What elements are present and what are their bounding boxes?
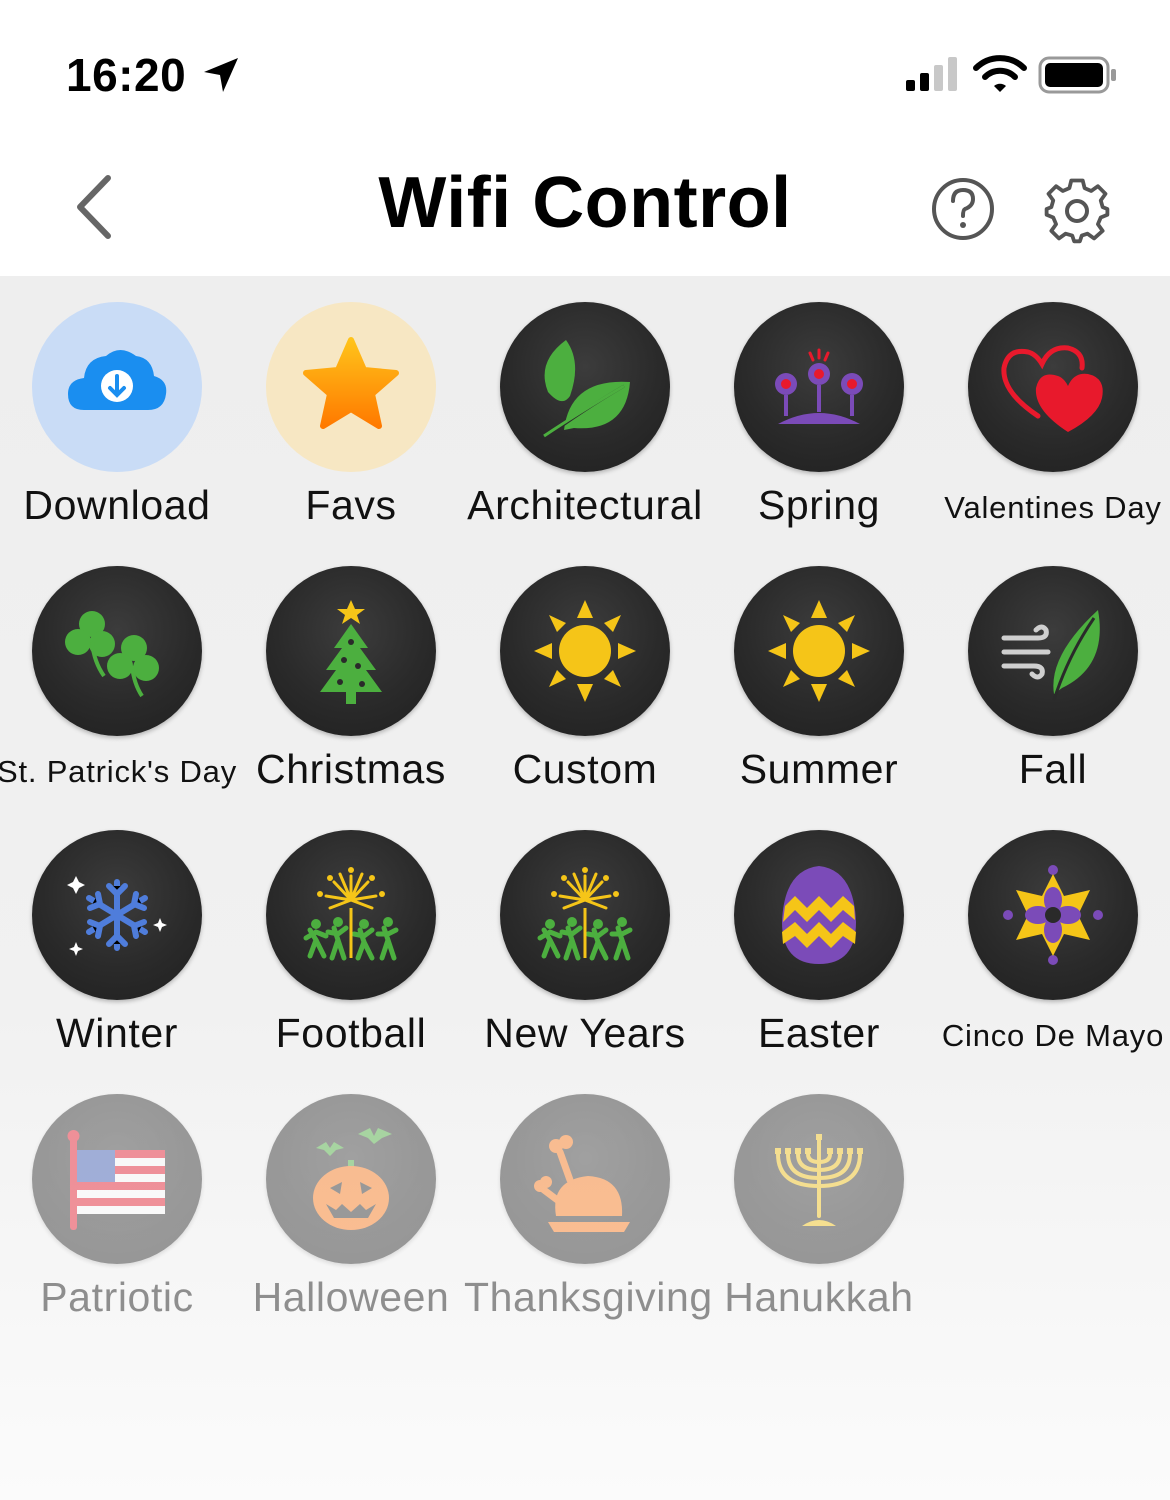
tile-winter[interactable]: Winter — [0, 804, 234, 1068]
shamrock-icon — [65, 611, 159, 698]
tile-label: Christmas — [256, 746, 446, 792]
fireworks-crowd-icon — [537, 867, 633, 961]
tile-label: Easter — [757, 1010, 881, 1056]
tile-circle — [32, 566, 202, 736]
tile-circle — [968, 566, 1138, 736]
tile-circle — [32, 302, 202, 472]
status-bar: 16:20 — [0, 0, 1170, 150]
tile-circle — [266, 830, 436, 1000]
tile-label: Patriotic — [40, 1274, 194, 1320]
location-arrow-icon — [204, 58, 238, 92]
tile-easter[interactable]: Easter — [702, 804, 936, 1068]
cellular-signal-icon — [906, 57, 957, 91]
tile-label: Football — [275, 1010, 427, 1056]
tile-circle — [734, 566, 904, 736]
tile-label: Summer — [739, 746, 899, 792]
tile-label: Favs — [305, 482, 397, 528]
battery-icon — [1038, 56, 1116, 94]
wind-leaf-icon — [1001, 610, 1100, 701]
settings-button[interactable] — [1042, 174, 1112, 244]
scene-grid: Download Favs Architectural Spring Valen… — [0, 276, 1170, 1500]
tile-label: Custom — [512, 746, 658, 792]
flower-star-icon — [1003, 865, 1103, 965]
leaf-icon — [543, 340, 630, 438]
tile-circle — [734, 830, 904, 1000]
tile-circle — [734, 302, 904, 472]
tile-thanksgiving[interactable]: Thanksgiving — [464, 1068, 712, 1332]
tile-label: Spring — [757, 482, 881, 528]
tile-label: Hanukkah — [724, 1274, 914, 1320]
tile-circle — [32, 830, 202, 1000]
tile-custom[interactable]: Custom — [468, 540, 702, 804]
fireworks-crowd-icon — [303, 867, 399, 961]
tile-hanukkah[interactable]: Hanukkah — [702, 1068, 936, 1332]
help-button[interactable] — [930, 176, 996, 242]
nav-bar: Wifi Control — [0, 150, 1170, 276]
tile-label: Architectural — [467, 482, 703, 528]
tile-circle — [500, 302, 670, 472]
pumpkin-bats-icon — [313, 1128, 392, 1230]
tile-download[interactable]: Download — [0, 276, 234, 540]
tile-label: Winter — [55, 1010, 179, 1056]
tile-spring[interactable]: Spring — [702, 276, 936, 540]
tile-circle — [500, 830, 670, 1000]
tile-architectural[interactable]: Architectural — [467, 276, 702, 540]
tile-circle — [32, 1094, 202, 1264]
tile-st-patricks-day[interactable]: St. Patrick's Day — [0, 540, 236, 804]
tile-football[interactable]: Football — [234, 804, 468, 1068]
tile-circle — [266, 566, 436, 736]
tile-summer[interactable]: Summer — [702, 540, 936, 804]
hearts-icon — [1001, 345, 1103, 432]
us-flag-icon — [67, 1130, 165, 1230]
tile-new-years[interactable]: New Years — [468, 804, 702, 1068]
tile-circle — [266, 302, 436, 472]
wifi-icon — [973, 55, 1027, 92]
star-icon — [303, 337, 399, 429]
tile-label: Valentines Day — [944, 490, 1162, 525]
tile-label: Thanksgiving — [464, 1274, 713, 1320]
sun-icon — [534, 600, 636, 702]
tile-label: New Years — [484, 1010, 686, 1056]
tile-label: Download — [23, 482, 211, 528]
tile-circle — [734, 1094, 904, 1264]
tile-label: Halloween — [252, 1274, 450, 1320]
tile-circle — [266, 1094, 436, 1264]
turkey-icon — [534, 1135, 630, 1232]
tile-patriotic[interactable]: Patriotic — [0, 1068, 234, 1332]
easter-egg-icon — [782, 866, 856, 964]
tile-halloween[interactable]: Halloween — [234, 1068, 468, 1332]
sun-icon — [768, 600, 870, 702]
snowflake-icon — [67, 876, 167, 956]
tile-favs[interactable]: Favs — [234, 276, 468, 540]
tile-circle — [968, 830, 1138, 1000]
cloud-download-icon — [68, 350, 167, 410]
tile-christmas[interactable]: Christmas — [234, 540, 468, 804]
flowers-icon — [775, 348, 863, 424]
tile-circle — [500, 566, 670, 736]
tile-fall[interactable]: Fall — [936, 540, 1170, 804]
menorah-icon — [775, 1134, 863, 1226]
tile-valentines-day[interactable]: Valentines Day — [936, 276, 1170, 540]
status-time: 16:20 — [66, 49, 187, 101]
tile-label: Fall — [1018, 746, 1088, 792]
tile-circle — [500, 1094, 670, 1264]
tile-label: St. Patrick's Day — [0, 754, 237, 789]
christmas-tree-icon — [320, 600, 382, 704]
tile-cinco-de-mayo[interactable]: Cinco De Mayo — [936, 804, 1170, 1068]
tile-label: Cinco De Mayo — [941, 1018, 1165, 1053]
tile-circle — [968, 302, 1138, 472]
